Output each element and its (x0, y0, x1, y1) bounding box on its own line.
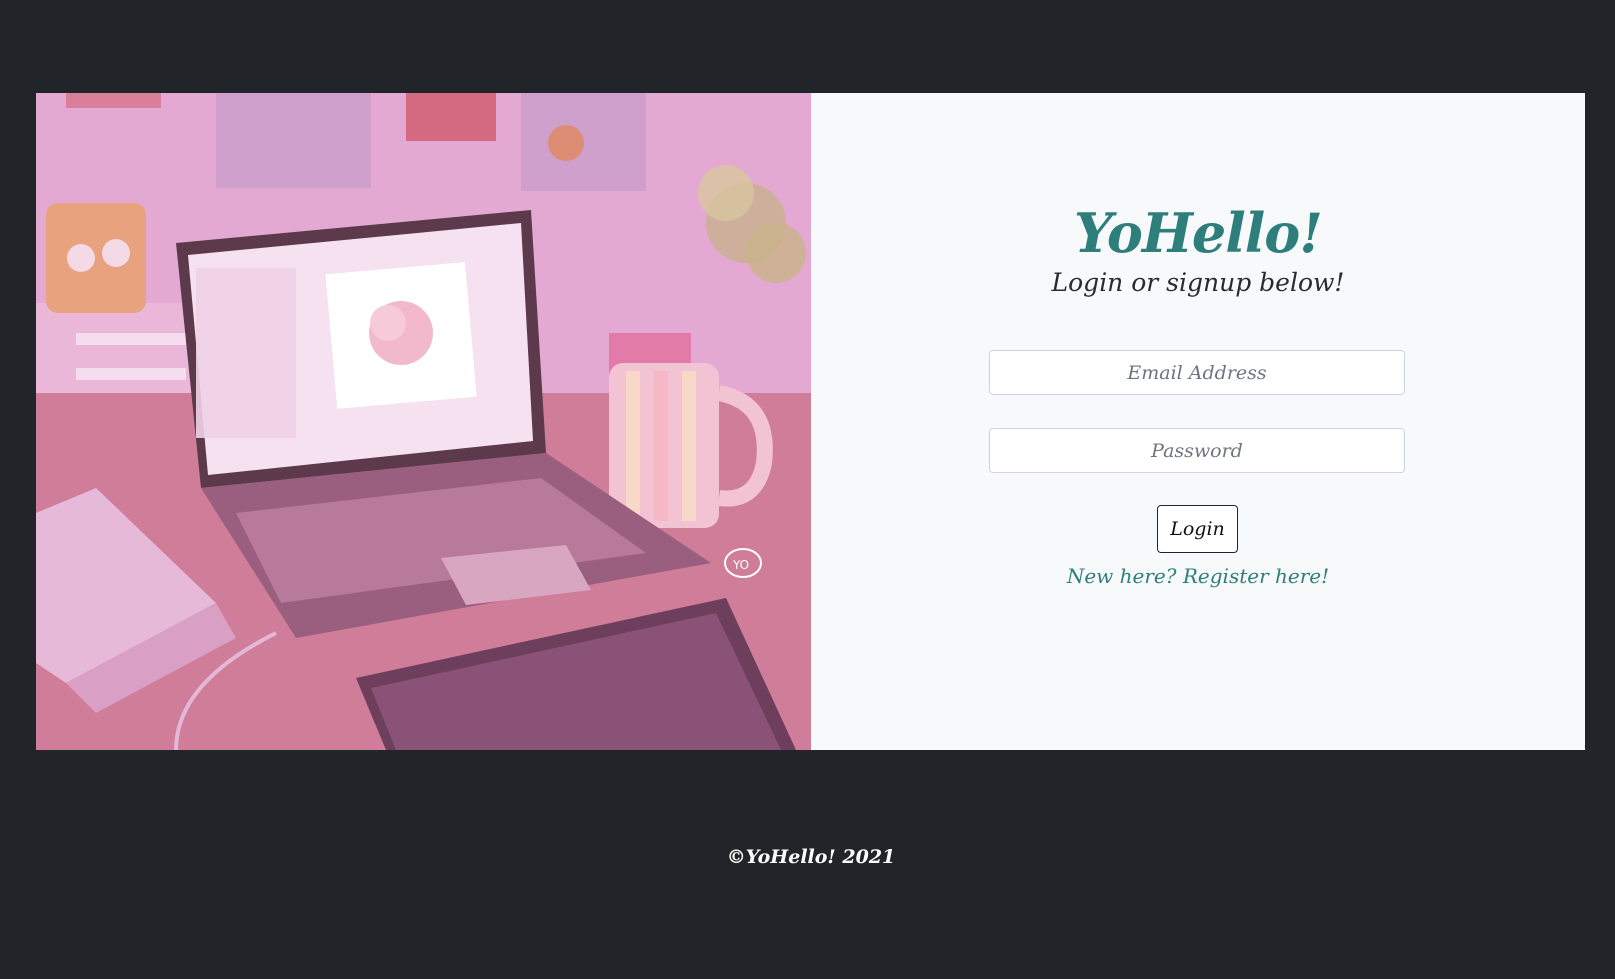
login-form-panel: YoHello! Login or signup below! Login Ne… (811, 93, 1585, 750)
hero-illustration: YO (36, 93, 811, 750)
login-tagline: Login or signup below! (1051, 268, 1345, 297)
login-button[interactable]: Login (1157, 505, 1238, 553)
laptop-desk-illustration-icon: YO (36, 93, 811, 750)
register-link[interactable]: New here? Register here! (811, 564, 1585, 588)
speech-bubble-text: YO (732, 558, 749, 572)
password-field[interactable] (989, 428, 1405, 473)
footer-copyright: ©YoHello! 2021 (726, 846, 896, 868)
login-card: YO YoHello! Login or signup below! Login… (36, 93, 1585, 750)
brand-title: YoHello! (1074, 201, 1323, 265)
email-field[interactable] (989, 350, 1405, 395)
